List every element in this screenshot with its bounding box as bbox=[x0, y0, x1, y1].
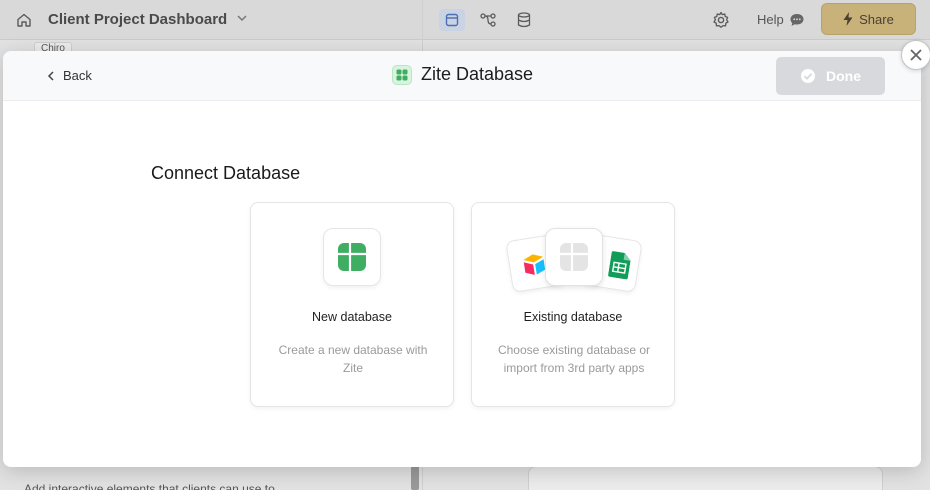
card-label: New database bbox=[312, 310, 392, 324]
check-circle-icon bbox=[801, 69, 815, 83]
home-icon[interactable] bbox=[16, 12, 32, 28]
background-scrollbar[interactable] bbox=[411, 466, 419, 490]
close-modal-button[interactable] bbox=[901, 40, 930, 70]
layout-icon bbox=[445, 13, 459, 27]
card-description: Choose existing database or import from … bbox=[497, 343, 651, 375]
chevron-left-icon bbox=[47, 70, 54, 81]
done-label: Done bbox=[826, 68, 861, 84]
google-sheets-icon bbox=[608, 251, 631, 280]
table-outline-icon bbox=[560, 243, 588, 271]
integrations-stack-icon bbox=[545, 228, 603, 286]
modal-header: Back Zite Database Done bbox=[3, 51, 921, 101]
top-bar: Client Project Dashboard Help Share bbox=[0, 0, 930, 490]
existing-database-card[interactable]: Existing database Choose existing databa… bbox=[471, 202, 675, 407]
chevron-down-icon[interactable] bbox=[236, 12, 248, 24]
background-helper-text: Add interactive elements that clients ca… bbox=[24, 482, 289, 490]
workflow-icon bbox=[480, 13, 496, 27]
background-panel bbox=[528, 466, 883, 490]
lightning-icon bbox=[843, 12, 853, 26]
database-modal: Back Zite Database Done Connect Database… bbox=[3, 51, 921, 467]
layout-view-button[interactable] bbox=[439, 9, 465, 31]
close-icon bbox=[910, 49, 922, 61]
chat-bubble-icon[interactable] bbox=[789, 12, 805, 28]
section-heading: Connect Database bbox=[151, 163, 301, 183]
share-button[interactable]: Share bbox=[821, 3, 916, 35]
database-icon bbox=[517, 12, 531, 28]
done-button[interactable]: Done bbox=[776, 57, 885, 95]
zite-logo-icon bbox=[392, 64, 412, 85]
modal-title-group: Zite Database bbox=[392, 64, 533, 85]
back-button[interactable]: Back bbox=[47, 68, 92, 83]
gear-icon[interactable] bbox=[712, 11, 730, 29]
database-view-button[interactable] bbox=[511, 9, 537, 31]
project-title[interactable]: Client Project Dashboard bbox=[48, 11, 227, 28]
grid-table-icon bbox=[323, 228, 381, 286]
airtable-icon bbox=[523, 254, 546, 275]
modal-title: Zite Database bbox=[421, 64, 534, 84]
card-description: Create a new database with Zite bbox=[278, 343, 428, 375]
card-label: Existing database bbox=[523, 310, 623, 324]
help-link[interactable]: Help bbox=[757, 12, 784, 27]
share-label: Share bbox=[859, 11, 894, 27]
new-database-card[interactable]: New database Create a new database with … bbox=[250, 202, 454, 407]
workflow-view-button[interactable] bbox=[475, 9, 501, 31]
back-label: Back bbox=[63, 68, 92, 83]
